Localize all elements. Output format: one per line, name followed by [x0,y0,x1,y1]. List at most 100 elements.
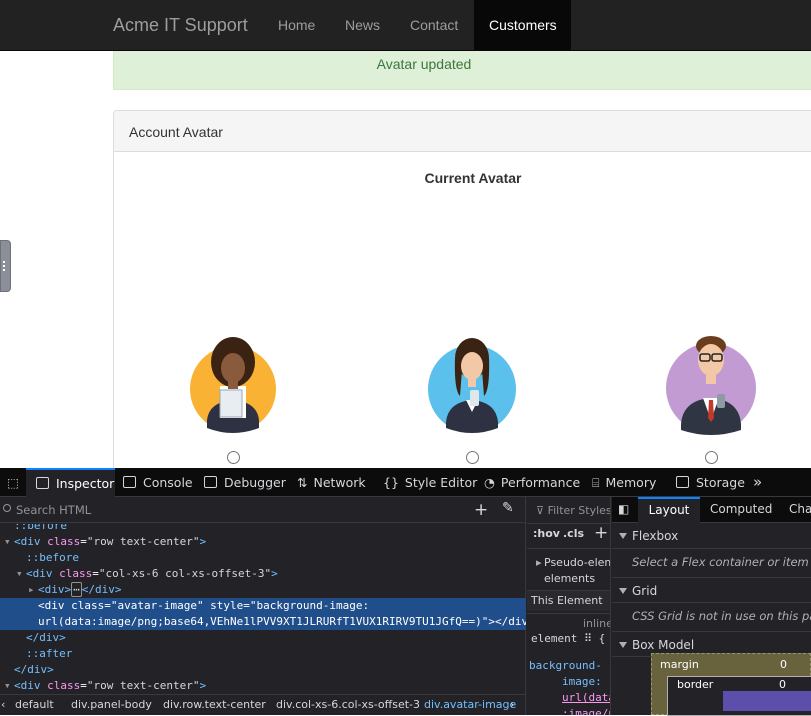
breadcrumb-item[interactable]: default [15,695,54,715]
toggle-sidebar-icon[interactable]: ◧ [618,497,629,523]
navbar-brand[interactable]: Acme IT Support [113,15,248,36]
box-model-diagram: margin 0 border 0 [651,653,811,716]
tree-node[interactable]: </div> [0,662,526,678]
breadcrumb-item[interactable]: div.panel-body [71,695,152,715]
inspector-icon [36,477,49,489]
navbar: Acme IT Support Home News Contact Custom… [0,0,811,51]
tab-computed[interactable]: Computed [710,497,772,523]
margin-label: margin [660,658,699,671]
success-alert: Avatar updated [113,51,811,90]
add-rule-icon[interactable]: + [594,523,610,543]
tab-storage-label: Storage [696,475,745,490]
tree-token: class [47,535,81,548]
tree-token: ⋯ [71,582,82,597]
html-search-bar: Search HTML + ✎ [0,497,525,523]
tree-token: </div> [81,583,122,596]
add-node-icon[interactable]: + [474,500,488,520]
tree-token: ::before [14,524,67,532]
tree-token: "row text-center" [86,679,200,690]
storage-icon [676,476,689,488]
tab-memory-label: Memory [605,475,657,490]
tree-node-selected[interactable]: <div class="avatar-image" style="backgro… [0,598,526,630]
css-property-cont: image: [562,675,602,688]
tree-node-text: <div class="avatar-image" style="backgro… [38,599,370,612]
sidebar-handle[interactable] [0,240,11,292]
search-icon [3,504,11,512]
tree-token: "row text-center" [86,535,200,548]
pseudo-elements-toggle[interactable]: Pseudo-elements [544,556,610,569]
man-glasses-avatar[interactable] [665,320,757,435]
tree-node[interactable]: ▾ <div class="row text-center"> [0,534,526,550]
tree-token: <div [26,567,53,580]
tree-node[interactable]: </div> [0,630,526,646]
woman-tablet-avatar[interactable] [187,320,279,435]
tree-token: > [199,535,207,548]
tab-network-label: Network [313,475,366,490]
border-label: border [677,678,714,691]
tree-token: ::after [26,647,73,660]
tree-token: ::before [26,551,79,564]
pseudo-elements-toggle-line2: elements [544,572,596,585]
tab-console[interactable]: Console [123,468,193,497]
current-avatar-title: Current Avatar [114,170,811,186]
alert-text: Avatar updated [376,56,472,72]
tree-node[interactable]: ▾ <div class="row text-center"> [0,678,526,690]
nav-link-customers[interactable]: Customers [474,0,571,51]
tab-network[interactable]: ⇅ Network [297,468,366,497]
tab-performance[interactable]: ◔ Performance [484,468,580,497]
inline-label[interactable]: inline [583,617,610,630]
search-html-input[interactable]: Search HTML [16,503,91,517]
tree-token: class [59,567,93,580]
this-element-header: This Element [527,591,610,611]
tree-token: > [199,679,207,690]
tab-style-editor[interactable]: {} Style Editor [383,468,477,497]
network-icon: ⇅ [297,475,308,490]
tree-token: <div [14,535,41,548]
tab-storage[interactable]: Storage [676,468,745,497]
css-value[interactable]: url(data [562,691,610,704]
breadcrumb: ‹ default div.panel-body div.row.text-ce… [0,694,526,715]
tab-debugger[interactable]: Debugger [204,468,286,497]
tab-memory[interactable]: ⌸ Memory [592,468,656,497]
woman-phone-avatar[interactable] [426,320,518,435]
tree-node[interactable]: ▸ <div> ⋯ </div> [0,582,526,598]
panel-heading: Account Avatar [114,111,811,152]
nav-link-news[interactable]: News [330,0,395,51]
tree-token: ▾ [4,535,11,548]
more-tabs-icon[interactable]: » [753,468,762,497]
tree-node[interactable]: ::after [0,646,526,662]
grid-section-toggle[interactable]: Grid [612,577,811,603]
tab-layout[interactable]: Layout [638,497,700,523]
grid-note: CSS Grid is not in use on this page [632,609,811,623]
breadcrumb-item[interactable]: div.row.text-center [163,695,266,715]
breadcrumb-item[interactable]: div.col-xs-6.col-xs-offset-3 [276,695,420,715]
nav-link-contact[interactable]: Contact [395,0,473,51]
nav-link-home[interactable]: Home [263,0,330,51]
avatar-radio-3[interactable] [705,451,718,464]
filter-icon: ⊽ [536,504,548,517]
border-value[interactable]: 0 [779,678,786,691]
avatar-radio-1[interactable] [227,451,240,464]
element-picker-icon[interactable]: ⬚ [2,468,24,497]
tree-token: class [47,679,81,690]
padding-box [723,691,811,711]
avatar-radio-2[interactable] [466,451,479,464]
tree-node[interactable]: ▾ <div class="col-xs-6 col-xs-offset-3"> [0,566,526,582]
tab-inspector[interactable]: Inspector [26,468,115,497]
css-value-cont: :image/p [562,707,611,715]
flexbox-section-toggle[interactable]: Flexbox [612,523,811,549]
tree-token: ▸ [28,583,35,596]
tree-token: </div> [14,663,54,676]
breadcrumb-item-current[interactable]: div.avatar-image [424,695,516,715]
border-box: border 0 [667,676,811,716]
tree-node[interactable]: ::before [0,524,526,534]
filter-styles-input[interactable]: ⊽ Filter Styles [536,504,610,517]
tree-node[interactable]: ::before [0,550,526,566]
web-page: Acme IT Support Home News Contact Custom… [0,0,811,468]
margin-value[interactable]: 0 [780,658,787,671]
eyedropper-icon[interactable]: ✎ [502,500,514,516]
breadcrumb-forward-icon[interactable]: › [510,695,514,715]
breadcrumb-back-icon[interactable]: ‹ [1,695,5,715]
css-property[interactable]: background- [529,659,610,672]
tab-changes[interactable]: Changes [789,497,811,523]
